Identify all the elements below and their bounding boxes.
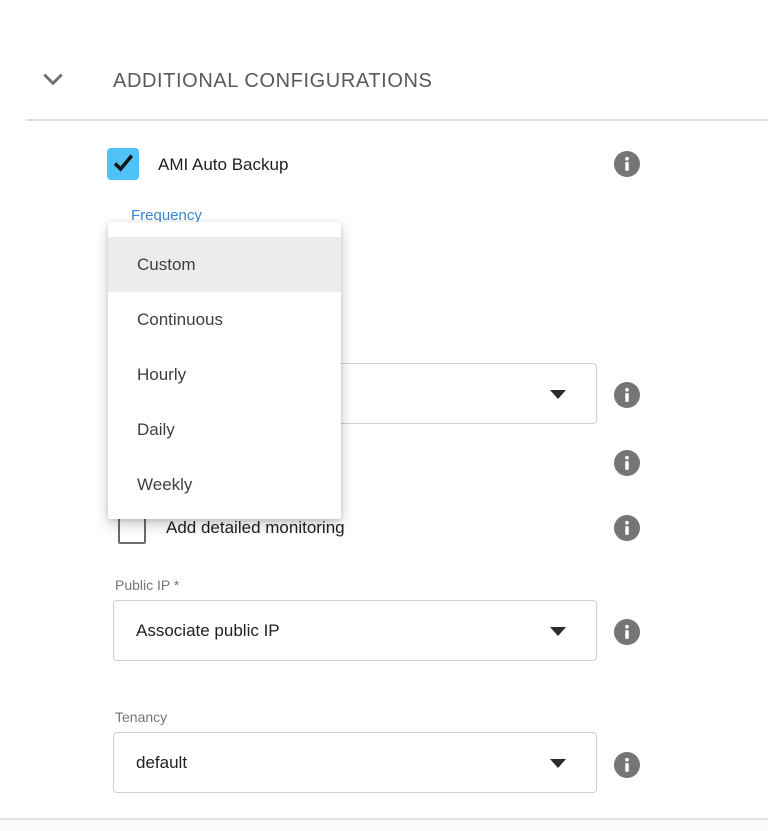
detailed-monitoring-label: Add detailed monitoring <box>166 517 345 538</box>
info-icon[interactable] <box>614 151 640 177</box>
menu-item-custom[interactable]: Custom <box>108 237 341 292</box>
ami-auto-backup-label: AMI Auto Backup <box>158 154 288 175</box>
info-icon[interactable] <box>614 619 640 645</box>
info-icon[interactable] <box>614 752 640 778</box>
menu-item-continuous[interactable]: Continuous <box>108 292 341 347</box>
caret-down-icon <box>550 759 566 768</box>
menu-item-daily[interactable]: Daily <box>108 402 341 457</box>
tenancy-value: default <box>114 753 187 773</box>
caret-down-icon <box>550 627 566 636</box>
chevron-down-icon[interactable] <box>40 66 66 92</box>
menu-item-weekly[interactable]: Weekly <box>108 457 341 512</box>
frequency-dropdown-menu: Custom Continuous Hourly Daily Weekly <box>108 222 341 519</box>
caret-down-icon <box>550 390 566 399</box>
info-icon[interactable] <box>614 515 640 541</box>
menu-item-hourly[interactable]: Hourly <box>108 347 341 402</box>
info-icon[interactable] <box>614 450 640 476</box>
tenancy-label: Tenancy <box>115 709 167 726</box>
public-ip-value: Associate public IP <box>114 621 280 641</box>
info-icon[interactable] <box>614 382 640 408</box>
ami-auto-backup-checkbox[interactable] <box>107 148 139 180</box>
below-panel-background <box>0 820 768 831</box>
additional-configurations-panel: ADDITIONAL CONFIGURATIONS AMI Auto Backu… <box>0 0 768 831</box>
section-divider <box>26 119 768 121</box>
check-icon <box>107 146 139 183</box>
public-ip-label: Public IP * <box>115 577 179 594</box>
detailed-monitoring-checkbox[interactable] <box>118 516 146 544</box>
tenancy-select[interactable]: default <box>113 732 597 793</box>
public-ip-select[interactable]: Associate public IP <box>113 600 597 661</box>
section-title: ADDITIONAL CONFIGURATIONS <box>113 69 432 93</box>
